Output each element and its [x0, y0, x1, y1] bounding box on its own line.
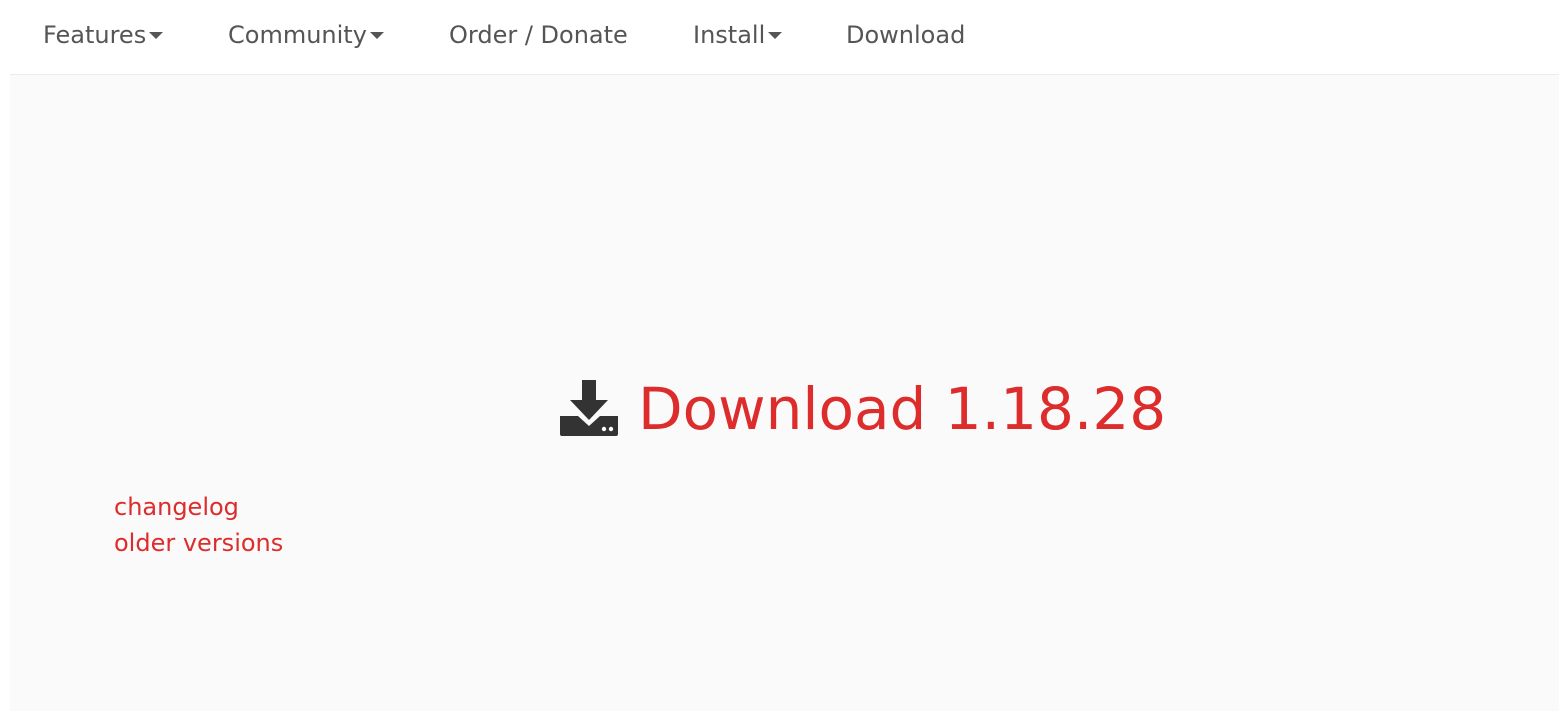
download-tray-icon — [560, 380, 618, 436]
nav-community-dropdown[interactable]: Community — [228, 18, 384, 52]
nav-order-donate-link[interactable]: Order / Donate — [449, 18, 628, 52]
older-versions-link[interactable]: older versions — [114, 526, 283, 560]
nav-download-label: Download — [846, 21, 966, 49]
nav-community-label: Community — [228, 21, 367, 49]
caret-down-icon — [149, 31, 164, 39]
caret-down-icon — [369, 31, 384, 39]
download-button[interactable]: Download 1.18.28 — [558, 373, 1166, 445]
caret-down-icon — [768, 31, 783, 39]
main-content: Download 1.18.28 changelog older version… — [10, 74, 1559, 711]
top-navbar: Features Community Order / Donate Instal… — [0, 0, 1559, 72]
changelog-link[interactable]: changelog — [114, 490, 239, 524]
nav-features-dropdown[interactable]: Features — [43, 18, 164, 52]
nav-download-link[interactable]: Download — [846, 18, 965, 52]
nav-install-dropdown[interactable]: Install — [693, 18, 783, 52]
nav-order-donate-label: Order / Donate — [449, 21, 628, 49]
download-label: Download 1.18.28 — [638, 375, 1167, 443]
nav-install-label: Install — [693, 21, 766, 49]
nav-features-label: Features — [43, 21, 147, 49]
